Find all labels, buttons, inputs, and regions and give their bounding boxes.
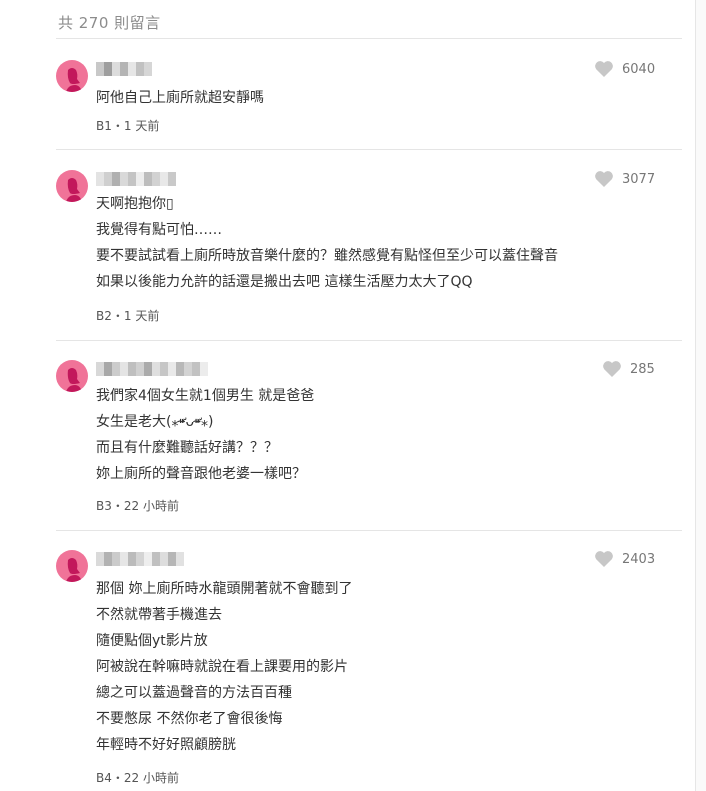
- heart-icon: [595, 171, 613, 187]
- like-button[interactable]: 285: [602, 360, 655, 378]
- female-avatar-icon: [66, 178, 82, 202]
- avatar[interactable]: [56, 60, 88, 92]
- comment-line: 總之可以蓋過聲音的方法百百種: [96, 685, 292, 701]
- avatar[interactable]: [56, 360, 88, 392]
- comment-line: 要不要試試看上廁所時放音樂什麼的？雖然感覺有點怪但至少可以蓋住聲音: [96, 248, 558, 264]
- comment-count: 共 270 則留言: [58, 14, 161, 32]
- username-blurred: [96, 552, 184, 566]
- like-button[interactable]: 6040: [594, 60, 655, 78]
- comment-meta: B3・22 小時前: [96, 499, 179, 513]
- like-count: 3077: [622, 171, 656, 187]
- divider: [56, 149, 682, 150]
- comment-line: 而且有什麼難聽話好講？？？: [96, 440, 278, 456]
- divider: [56, 530, 682, 531]
- comment-line: 不然就帶著手機進去: [96, 607, 222, 623]
- avatar[interactable]: [56, 550, 88, 582]
- like-count: 2403: [622, 551, 656, 567]
- comment-meta: B1・1 天前: [96, 119, 160, 133]
- comment-meta: B4・22 小時前: [96, 771, 179, 785]
- like-count: 6040: [622, 61, 656, 77]
- like-button[interactable]: 2403: [594, 550, 655, 568]
- comment-line: 阿被說在幹嘛時就說在看上課要用的影片: [96, 659, 348, 675]
- comment-line: 妳上廁所的聲音跟他老婆一樣吧？: [96, 466, 306, 482]
- comment-line: 我們家4個女生就1個男生 就是爸爸: [96, 388, 315, 404]
- username-blurred: [96, 172, 176, 186]
- username-blurred: [96, 362, 208, 376]
- heart-icon: [595, 551, 613, 567]
- female-avatar-icon: [66, 368, 82, 392]
- comment-line: 阿他自己上廁所就超安靜嗎: [96, 90, 264, 106]
- comment-line: 天啊抱抱你▯: [96, 196, 174, 212]
- divider: [56, 38, 682, 39]
- username-blurred: [96, 62, 152, 76]
- like-button[interactable]: 3077: [594, 170, 655, 188]
- comment-meta: B2・1 天前: [96, 309, 160, 323]
- female-avatar-icon: [66, 68, 82, 92]
- comment-line: 隨便點個yt影片放: [96, 633, 208, 649]
- comment-line: 如果以後能力允許的話還是搬出去吧 這樣生活壓力太大了QQ: [96, 274, 473, 290]
- comment-line: 女生是老大(⁎⁍̴̛ᴗ⁍̴̛⁎): [96, 414, 214, 430]
- comment-line: 那個 妳上廁所時水龍頭開著就不會聽到了: [96, 581, 353, 597]
- heart-icon: [603, 361, 621, 377]
- divider: [56, 340, 682, 341]
- scrollbar[interactable]: [695, 0, 706, 791]
- comment-line: 不要憋尿 不然你老了會很後悔: [96, 711, 283, 727]
- female-avatar-icon: [66, 558, 82, 582]
- comment-line: 年輕時不好好照顧膀胱: [96, 737, 236, 753]
- comment-line: 我覺得有點可怕……: [96, 222, 222, 238]
- heart-icon: [595, 61, 613, 77]
- avatar[interactable]: [56, 170, 88, 202]
- like-count: 285: [630, 361, 655, 377]
